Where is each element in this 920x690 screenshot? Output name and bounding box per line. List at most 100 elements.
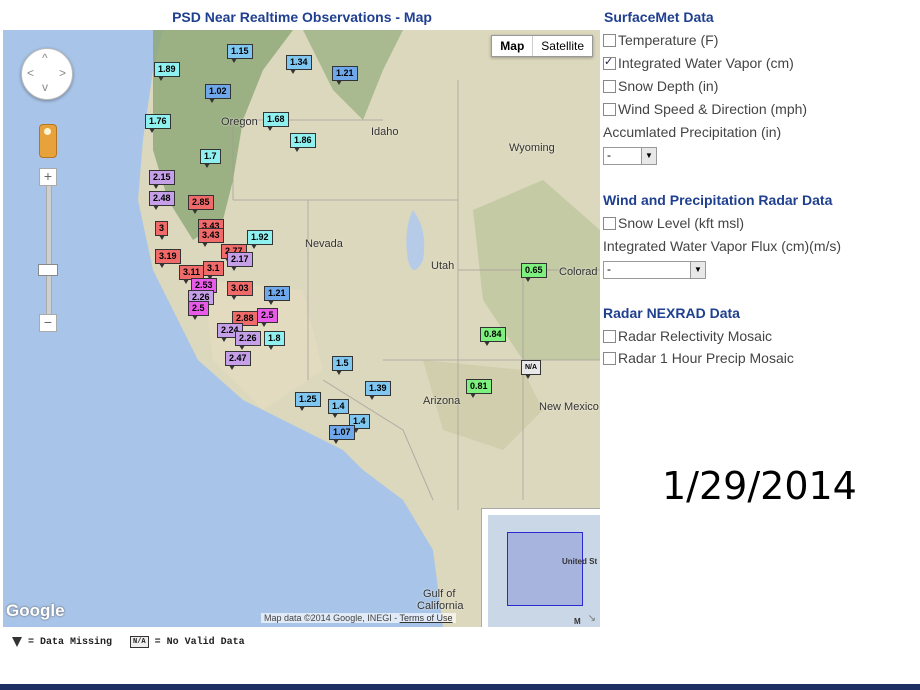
station-marker[interactable]: 1.07 (329, 425, 355, 444)
place-label: Gulf of (423, 588, 456, 600)
nexrad-title: Radar NEXRAD Data (603, 305, 740, 321)
wind-checkbox[interactable] (603, 102, 616, 116)
legend: = Data Missing N/A = No Valid Data (12, 636, 245, 648)
station-marker[interactable]: 1.21 (264, 286, 290, 305)
station-marker[interactable]: 1.21 (332, 66, 358, 85)
station-marker[interactable]: 1.7 (200, 149, 221, 168)
station-marker[interactable]: 2.15 (149, 170, 175, 189)
legend-missing: = Data Missing (28, 636, 113, 648)
temperature-checkbox[interactable] (603, 33, 616, 47)
zoom-slider-handle[interactable] (38, 264, 58, 276)
station-marker[interactable]: 0.65 (521, 263, 547, 282)
place-label: Oregon (221, 116, 258, 128)
iwv-option[interactable]: Integrated Water Vapor (cm) (603, 55, 794, 71)
station-marker[interactable]: 1.02 (205, 84, 231, 103)
station-marker[interactable]: 2.26 (235, 331, 261, 350)
pan-up-icon[interactable]: ^ (42, 52, 48, 64)
ivt-label: Integrated Water Vapor Flux (cm)(m/s) (603, 238, 842, 254)
snow-level-option[interactable]: Snow Level (kft msl) (603, 215, 744, 231)
station-marker[interactable]: 0.81 (466, 379, 492, 398)
pan-control[interactable]: ^ < > v (21, 48, 73, 100)
station-marker[interactable]: 1.8 (264, 331, 285, 350)
station-marker[interactable]: 1.68 (263, 112, 289, 131)
station-marker[interactable]: 1.5 (332, 356, 353, 375)
station-marker[interactable]: 1.76 (145, 114, 171, 133)
zoom-out-button[interactable]: − (39, 314, 57, 332)
chevron-down-icon[interactable]: ▼ (641, 148, 656, 164)
ivt-select[interactable]: - ▼ (603, 261, 706, 279)
option-label: Wind Speed & Direction (mph) (618, 101, 808, 117)
collapse-arrow-icon[interactable]: ↘ (588, 613, 596, 624)
precip-mosaic-option[interactable]: Radar 1 Hour Precip Mosaic (603, 350, 794, 366)
option-label: Integrated Water Vapor (cm) (618, 55, 794, 71)
zoom-slider-track[interactable] (46, 185, 52, 315)
station-marker[interactable]: 1.4 (328, 399, 349, 418)
station-marker[interactable]: 1.25 (295, 392, 321, 411)
option-label: Snow Level (kft msl) (618, 215, 745, 231)
pan-down-icon[interactable]: v (42, 81, 48, 93)
station-marker[interactable]: 2.17 (227, 252, 253, 271)
station-marker[interactable]: 1.92 (247, 230, 273, 249)
place-label: Utah (431, 260, 455, 272)
map-attribution: Map data ©2014 Google, INEGI - Terms of … (261, 613, 456, 623)
surfacemet-title: SurfaceMet Data (604, 9, 714, 25)
station-marker[interactable]: 2.85 (188, 195, 214, 214)
station-marker[interactable]: 3.19 (155, 249, 181, 268)
station-marker[interactable]: 1.15 (227, 44, 253, 63)
satellite-button[interactable]: Satellite (533, 36, 592, 56)
overview-viewport[interactable] (507, 532, 583, 606)
pegman-icon[interactable] (39, 124, 57, 158)
option-label: Radar Relectivity Mosaic (618, 328, 773, 344)
iwv-checkbox[interactable] (603, 55, 616, 70)
station-marker[interactable]: 3.03 (227, 281, 253, 300)
google-logo: Google (6, 601, 65, 620)
place-label: New Mexico (539, 401, 599, 413)
wind-radar-title: Wind and Precipitation Radar Data (603, 192, 833, 208)
pan-left-icon[interactable]: < (27, 67, 34, 79)
station-marker[interactable]: 3.43 (198, 228, 224, 247)
place-label: Arizona (423, 395, 461, 407)
station-marker[interactable]: 1.89 (154, 62, 180, 81)
place-label: Colorad (559, 266, 598, 278)
overview-label: United St (562, 557, 598, 566)
chevron-down-icon[interactable]: ▼ (690, 262, 705, 278)
station-marker[interactable]: 3.1 (203, 261, 224, 280)
place-label: Wyoming (509, 142, 555, 154)
station-marker[interactable]: 1.39 (365, 381, 391, 400)
attribution-text: Map data ©2014 Google, INEGI - (264, 613, 400, 623)
station-marker[interactable]: 1.86 (290, 133, 316, 152)
zoom-in-button[interactable]: + (39, 168, 57, 186)
precip-select-value: - (607, 148, 611, 162)
station-marker[interactable]: N/A (521, 360, 542, 379)
station-marker[interactable]: 1.34 (286, 55, 312, 74)
option-label: Radar 1 Hour Precip Mosaic (618, 350, 794, 366)
bottom-bar (0, 684, 920, 690)
reflectivity-checkbox[interactable] (603, 329, 616, 343)
precip-mosaic-checkbox[interactable] (603, 351, 616, 365)
station-marker[interactable]: 3 (155, 221, 169, 240)
overview-map[interactable]: United St M ↘ (481, 508, 600, 627)
place-label: Nevada (305, 238, 343, 250)
station-marker[interactable]: 2.5 (188, 301, 209, 320)
map-button[interactable]: Map (492, 36, 534, 56)
station-marker[interactable]: 2.48 (149, 191, 175, 210)
precip-select[interactable]: - ▼ (603, 147, 657, 165)
temperature-option[interactable]: Temperature (F) (603, 32, 718, 48)
snow-level-checkbox[interactable] (603, 216, 616, 230)
snow-depth-option[interactable]: Snow Depth (in) (603, 78, 718, 94)
station-marker[interactable]: 0.84 (480, 327, 506, 346)
snow-depth-checkbox[interactable] (603, 79, 616, 93)
date-overlay: 1/29/2014 (662, 464, 857, 508)
wind-option[interactable]: Wind Speed & Direction (mph) (603, 101, 807, 117)
reflectivity-option[interactable]: Radar Relectivity Mosaic (603, 328, 772, 344)
station-marker[interactable]: 2.5 (257, 308, 278, 327)
map-viewport[interactable]: Map Satellite ^ < > v + − Oregon Idaho W… (3, 30, 600, 627)
option-label: Temperature (F) (618, 32, 719, 48)
precip-label: Accumlated Precipitation (in) (603, 124, 782, 140)
pan-right-icon[interactable]: > (59, 67, 66, 79)
place-label: Idaho (371, 126, 399, 138)
terms-link[interactable]: Terms of Use (400, 613, 453, 623)
place-label: California (417, 600, 464, 612)
station-marker[interactable]: 2.47 (225, 351, 251, 370)
option-label: Snow Depth (in) (618, 78, 719, 94)
